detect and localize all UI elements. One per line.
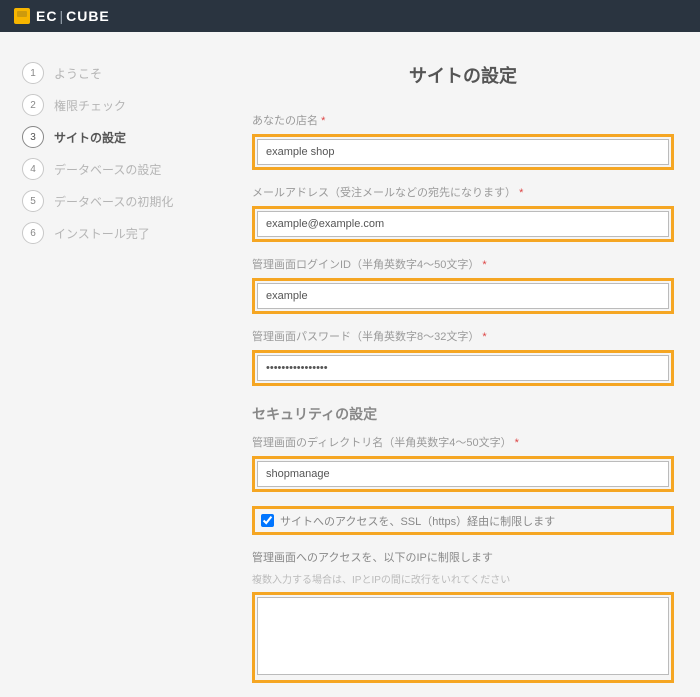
step-database-settings: 4データベースの設定 <box>22 158 222 180</box>
admin-login-id-input[interactable] <box>257 283 669 309</box>
logo-icon <box>14 8 30 24</box>
highlight <box>252 456 674 492</box>
main-form: サイトの設定 あなたの店名 * メールアドレス（受注メールなどの宛先になります）… <box>222 62 682 697</box>
logo-text: EC|CUBE <box>36 8 110 24</box>
step-permission-check: 2権限チェック <box>22 94 222 116</box>
ssl-restrict-row: サイトへのアクセスを、SSL（https）経由に制限します <box>257 511 669 530</box>
step-site-settings: 3サイトの設定 <box>22 126 222 148</box>
step-label: サイトの設定 <box>54 129 126 146</box>
email-label: メールアドレス（受注メールなどの宛先になります） * <box>252 184 674 200</box>
shop-name-label: あなたの店名 * <box>252 112 674 128</box>
step-label: インストール完了 <box>54 225 150 242</box>
ssl-restrict-checkbox[interactable] <box>261 514 274 527</box>
highlight <box>252 592 674 683</box>
step-database-init: 5データベースの初期化 <box>22 190 222 212</box>
step-label: 権限チェック <box>54 97 126 114</box>
step-label: データベースの設定 <box>54 161 161 178</box>
ip-restrict-label: 管理画面へのアクセスを、以下のIPに制限します <box>252 549 674 565</box>
highlight <box>252 350 674 386</box>
page-title: サイトの設定 <box>252 62 674 88</box>
shop-name-input[interactable] <box>257 139 669 165</box>
admin-dir-label: 管理画面のディレクトリ名（半角英数字4～50文字） * <box>252 434 674 450</box>
highlight: サイトへのアクセスを、SSL（https）経由に制限します <box>252 506 674 535</box>
security-section-title: セキュリティの設定 <box>252 404 674 424</box>
highlight <box>252 134 674 170</box>
highlight <box>252 278 674 314</box>
admin-login-id-label: 管理画面ログインID（半角英数字4～50文字） * <box>252 256 674 272</box>
ip-restrict-textarea[interactable] <box>257 597 669 675</box>
ssl-restrict-label: サイトへのアクセスを、SSL（https）経由に制限します <box>280 513 555 529</box>
highlight <box>252 206 674 242</box>
step-welcome: 1ようこそ <box>22 62 222 84</box>
admin-dir-input[interactable] <box>257 461 669 487</box>
admin-password-label: 管理画面パスワード（半角英数字8～32文字） * <box>252 328 674 344</box>
install-steps-sidebar: 1ようこそ 2権限チェック 3サイトの設定 4データベースの設定 5データベース… <box>22 62 222 697</box>
admin-password-input[interactable] <box>257 355 669 381</box>
app-header: EC|CUBE <box>0 0 700 32</box>
step-label: データベースの初期化 <box>54 193 173 210</box>
step-label: ようこそ <box>54 65 102 82</box>
email-input[interactable] <box>257 211 669 237</box>
step-install-complete: 6インストール完了 <box>22 222 222 244</box>
ip-restrict-helper: 複数入力する場合は、IPとIPの間に改行をいれてください <box>252 571 674 586</box>
